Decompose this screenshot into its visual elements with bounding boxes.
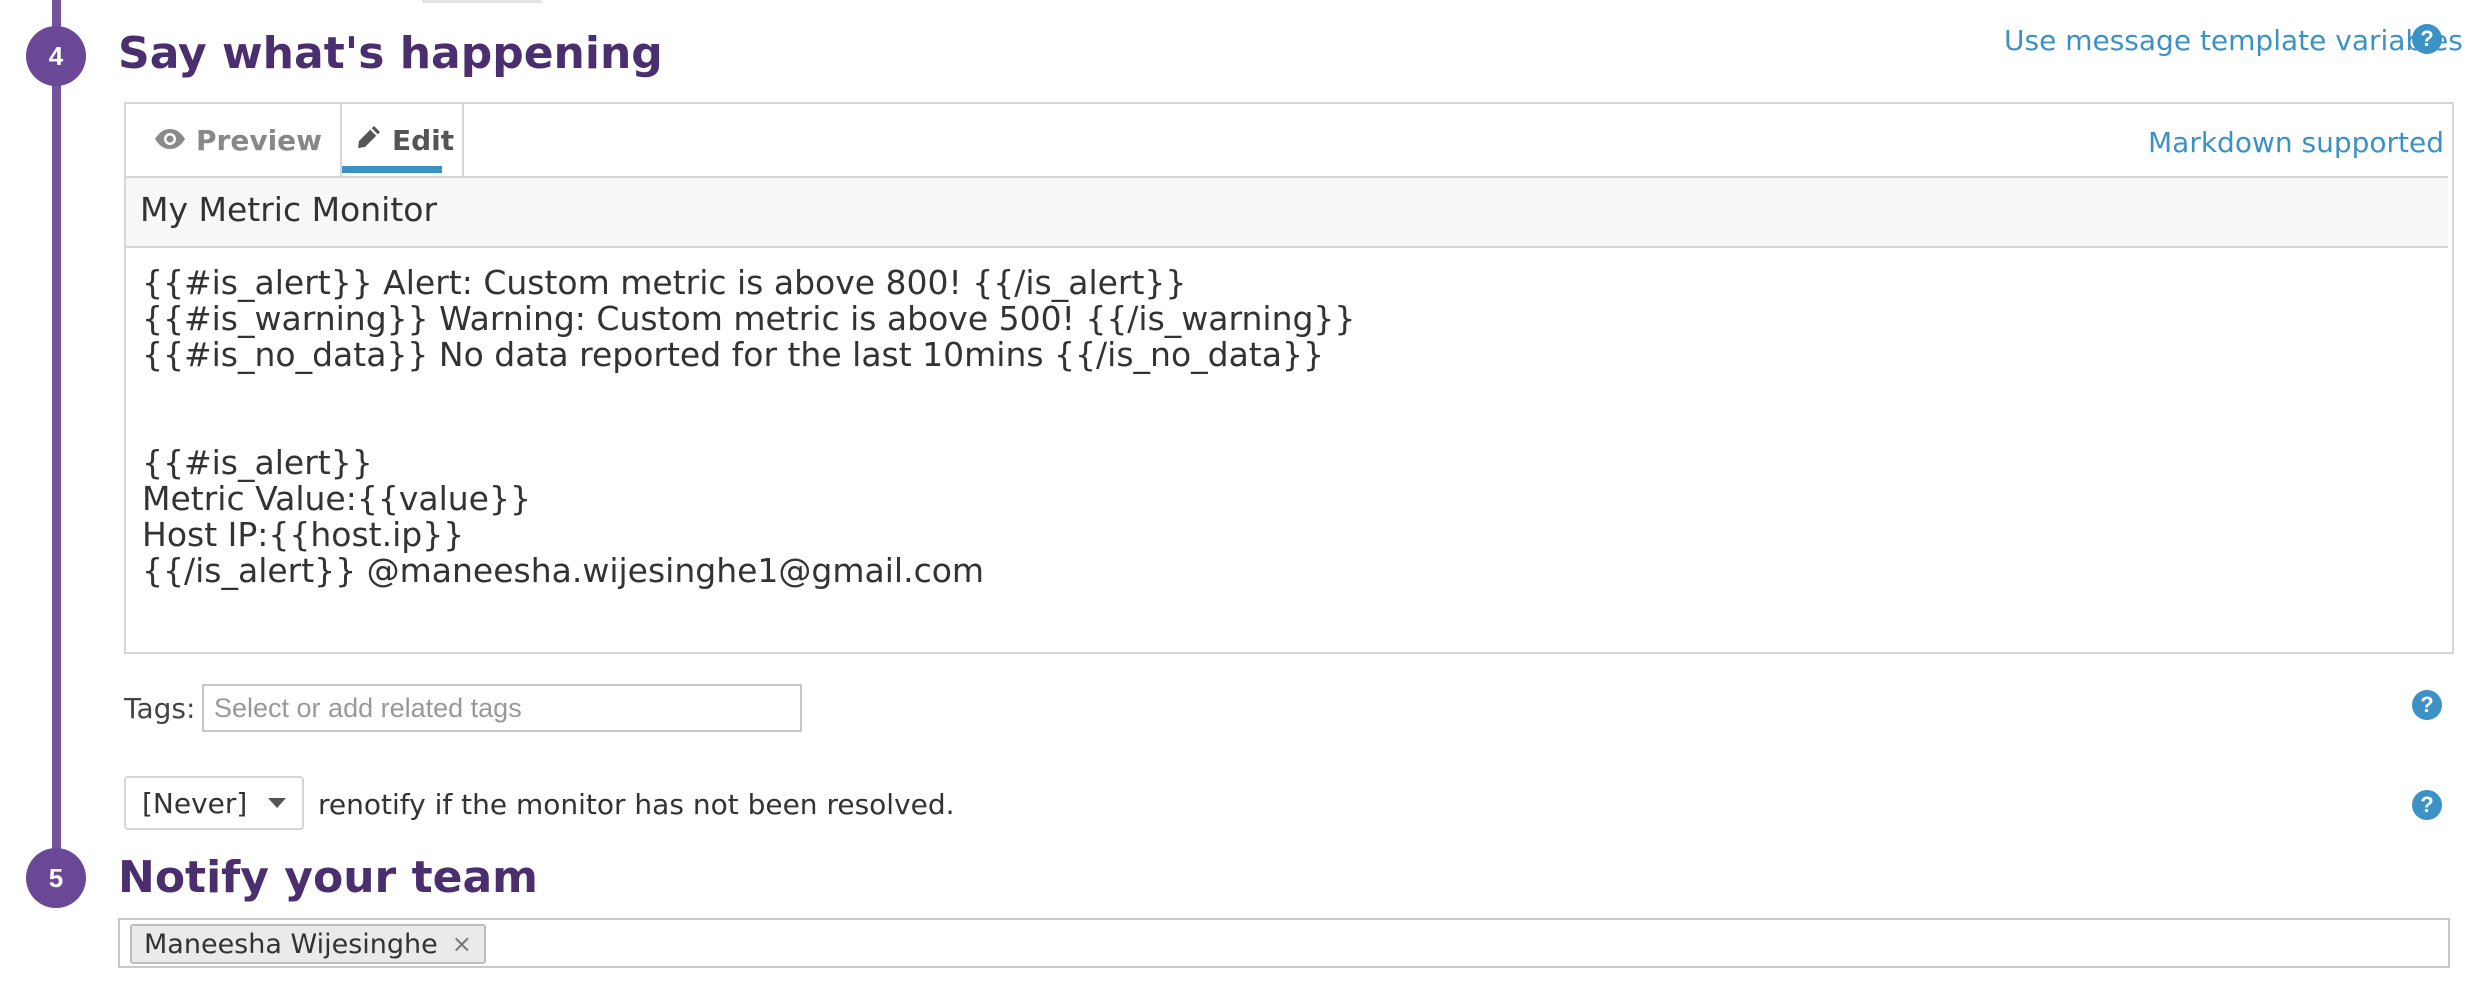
question-circle-icon[interactable]: ? [2412,24,2442,54]
message-body-line[interactable]: {{#is_no_data}} No data reported for the… [142,338,1324,371]
step-timeline [52,0,61,876]
renotify-select-value: [Never] [142,786,248,820]
message-body-line[interactable]: {{#is_warning}} Warning: Custom metric i… [142,302,1355,335]
active-tab-indicator [342,166,442,173]
message-template-variables-link[interactable]: Use message template variables [2004,24,2463,57]
renotify-description: renotify if the monitor has not been res… [318,788,955,821]
caret-down-icon[interactable] [268,798,286,808]
question-circle-icon[interactable]: ? [2412,790,2442,820]
message-body-line[interactable]: Metric Value:{{value}} [142,482,531,515]
tags-input[interactable]: Select or add related tags [202,684,802,732]
message-body-line[interactable]: {{#is_alert}} [142,446,373,479]
tags-label: Tags: [124,692,196,725]
message-subject-field[interactable] [126,178,2448,248]
message-body-line[interactable]: Host IP:{{host.ip}} [142,518,464,551]
step-number-badge: 5 [26,848,86,908]
tab-edit-label: Edit [392,123,455,157]
eye-icon [154,124,186,157]
step-number-badge: 4 [26,26,86,86]
question-circle-icon[interactable]: ? [2412,690,2442,720]
editor-tab-bar [126,104,2448,178]
close-icon[interactable]: × [452,930,472,958]
markdown-supported-link[interactable]: Markdown supported [2148,126,2444,159]
tab-preview[interactable]: Preview [154,104,322,176]
section-title-say-whats-happening: Say what's happening [118,28,663,79]
recipient-chip-label: Maneesha Wijesinghe [144,928,438,960]
message-body-line[interactable]: {{/is_alert}} @maneesha.wijesinghe1@gmai… [142,554,984,587]
tab-preview-label: Preview [196,123,323,157]
divider [422,0,542,3]
recipient-chip[interactable]: Maneesha Wijesinghe × [130,924,486,964]
pencil-icon [356,124,382,157]
message-subject-text: My Metric Monitor [140,190,438,229]
message-body-line[interactable]: {{#is_alert}} Alert: Custom metric is ab… [142,266,1186,299]
section-title-notify-your-team: Notify your team [118,852,538,903]
